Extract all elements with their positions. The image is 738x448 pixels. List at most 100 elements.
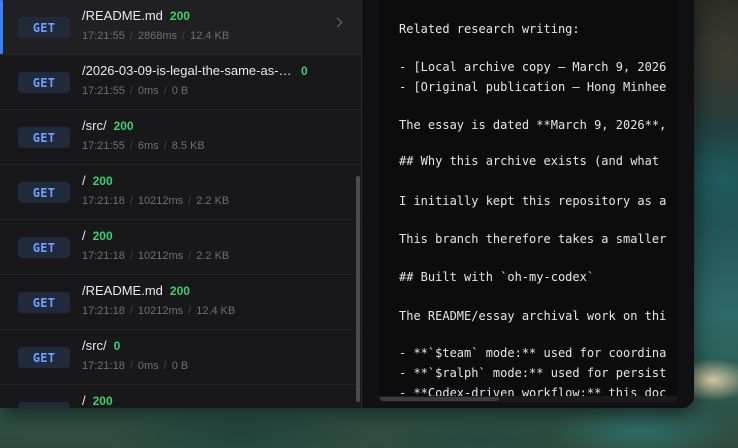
request-size: 12.4 KB xyxy=(196,305,236,317)
request-time: 17:21:55 xyxy=(82,140,125,152)
request-title: /README.md 200 xyxy=(82,283,321,298)
status-code: 200 xyxy=(92,174,113,188)
request-meta: 17:21:18 / 10212ms / 12.4 KB xyxy=(82,305,235,317)
horizontal-scrollbar[interactable] xyxy=(379,396,678,402)
request-row[interactable]: GET/2026-03-09-is-legal-the-same-as-legi… xyxy=(0,55,361,110)
request-size: 2.2 KB xyxy=(196,195,230,207)
list-scrollbar[interactable] xyxy=(356,176,360,402)
markdown-heading: ## Why this archive exists (and what xyxy=(399,154,660,168)
method-badge: GET xyxy=(18,347,70,368)
meta-separator: / xyxy=(188,195,192,207)
request-path: / xyxy=(82,228,86,243)
markdown-paragraph: I initially kept this repository as a xyxy=(399,194,667,208)
markdown-paragraph: This branch therefore takes a smaller xyxy=(399,232,667,246)
request-meta: 17:21:55 / 2868ms / 12.4 KB xyxy=(82,30,229,42)
chevron-right-icon xyxy=(332,17,343,28)
request-row[interactable]: GET/src/200 17:21:55 / 6ms / 8.5 KB xyxy=(0,110,361,165)
request-duration: 2868ms xyxy=(137,30,178,42)
request-title: / 200 xyxy=(82,173,321,188)
request-duration: 6ms xyxy=(137,140,159,152)
request-row[interactable]: GET/README.md 200 17:21:18 / 10212ms / 12.4 KB xyxy=(0,275,361,330)
request-meta: 17:21:18 / 0ms / 0 B xyxy=(82,360,188,372)
request-title: /README.md 200 xyxy=(82,8,321,23)
status-code: 200 xyxy=(169,9,190,23)
markdown-list-item: - [Original publication – Hong Minhee xyxy=(399,80,667,94)
request-duration: 10212ms xyxy=(137,195,184,207)
markdown-list-item: - **`$team` mode:** used for coordina xyxy=(399,346,667,360)
request-path: /src/ xyxy=(82,118,107,133)
request-duration: 0ms xyxy=(137,85,159,97)
status-code: 200 xyxy=(113,119,134,133)
request-row[interactable]: GET / 200 17:21:18 / 10212ms / 2.2 KB xyxy=(0,220,361,275)
meta-separator: / xyxy=(163,140,167,152)
meta-separator: / xyxy=(129,305,133,317)
meta-separator: / xyxy=(163,360,167,372)
meta-separator: / xyxy=(188,250,192,262)
request-row[interactable]: GET / 200 xyxy=(0,385,361,408)
method-badge: GET xyxy=(18,237,70,258)
request-meta: 17:21:55 / 0ms / 0 B xyxy=(82,85,188,97)
method-badge: GET xyxy=(18,292,70,313)
status-code: 200 xyxy=(92,394,113,408)
markdown-list-item: - [Local archive copy – March 9, 2026 xyxy=(399,60,667,74)
request-path: /README.md xyxy=(82,283,163,298)
meta-separator: / xyxy=(163,85,167,97)
meta-separator: / xyxy=(129,85,133,97)
request-path: / xyxy=(82,393,86,408)
request-path: / xyxy=(82,173,86,188)
request-title: /2026-03-09-is-legal-the-same-as-legitim… xyxy=(82,63,321,78)
request-meta: 17:21:55 / 6ms / 8.5 KB xyxy=(82,140,205,152)
request-path: /README.md xyxy=(82,8,163,23)
request-size: 0 B xyxy=(171,360,189,372)
method-badge: GET xyxy=(18,402,70,408)
request-title: / 200 xyxy=(82,393,321,408)
scrollbar-thumb[interactable] xyxy=(379,397,499,401)
request-path: /src/ xyxy=(82,338,107,353)
app-window: GET/README.md 200 17:21:55/2868ms/12.4 KB G… xyxy=(0,0,694,408)
status-code: 0 xyxy=(301,64,308,78)
request-duration: 10212ms xyxy=(137,305,184,317)
request-time: 17:21:55 xyxy=(82,30,125,42)
status-code: 200 xyxy=(169,284,190,298)
method-badge: GET xyxy=(18,72,70,93)
meta-separator: / xyxy=(182,30,186,42)
request-row[interactable]: GET/README.md 200 17:21:55 / 2868ms / 12.4 KB xyxy=(0,0,361,55)
request-path: /2026-03-09-is-legal-the-same-as-legitim… xyxy=(82,63,294,78)
request-time: 17:21:18 xyxy=(82,250,125,262)
markdown-paragraph: The essay is dated **March 9, 2026**, xyxy=(399,118,667,132)
markdown-paragraph: Related research writing: xyxy=(399,22,580,36)
request-size: 0 B xyxy=(171,85,189,97)
method-badge: GET xyxy=(18,127,70,148)
request-title: /src/0 xyxy=(82,338,321,353)
request-size: 8.5 KB xyxy=(171,140,205,152)
request-size: 12.4 KB xyxy=(190,30,230,42)
status-code: 0 xyxy=(113,339,121,353)
request-meta: 17:21:18 / 10212ms / 2.2 KB xyxy=(82,195,229,207)
request-size: 2.2 KB xyxy=(196,250,230,262)
request-meta: 17:21:18 / 10212ms / 2.2 KB xyxy=(82,250,229,262)
request-list: GET/README.md 200 17:21:55/2868ms/12.4 KB G… xyxy=(0,0,362,408)
markdown-list-item: - **`$ralph` mode:** used for persist xyxy=(399,366,667,380)
request-row[interactable]: GET / 200 17:21:18 / 10212ms / 2.2 KB xyxy=(0,165,361,220)
request-time: 17:21:18 xyxy=(82,360,125,372)
meta-separator: / xyxy=(129,140,133,152)
markdown-preview: - **Codex-driven workflow:** this doc - *… xyxy=(379,0,678,402)
request-title: / 200 xyxy=(82,228,321,243)
request-time: 17:21:55 xyxy=(82,85,125,97)
meta-separator: / xyxy=(129,30,133,42)
request-time: 17:21:18 xyxy=(82,195,125,207)
status-code: 200 xyxy=(92,229,113,243)
meta-separator: / xyxy=(129,195,133,207)
method-badge: GET xyxy=(18,182,70,203)
method-badge: GET xyxy=(18,17,70,38)
request-time: 17:21:18 xyxy=(82,305,125,317)
meta-separator: / xyxy=(129,360,133,372)
meta-separator: / xyxy=(188,305,192,317)
meta-separator: / xyxy=(129,250,133,262)
response-detail-panel: - **Codex-driven workflow:** this doc - *… xyxy=(363,0,694,408)
request-title: /src/200 xyxy=(82,118,321,133)
request-row[interactable]: GET/src/0 17:21:18 / 0ms / 0 B xyxy=(0,330,361,385)
markdown-heading: ## Built with `oh-my-codex` xyxy=(399,270,595,284)
request-duration: 10212ms xyxy=(137,250,184,262)
markdown-paragraph: The README/essay archival work on thi xyxy=(399,309,667,323)
